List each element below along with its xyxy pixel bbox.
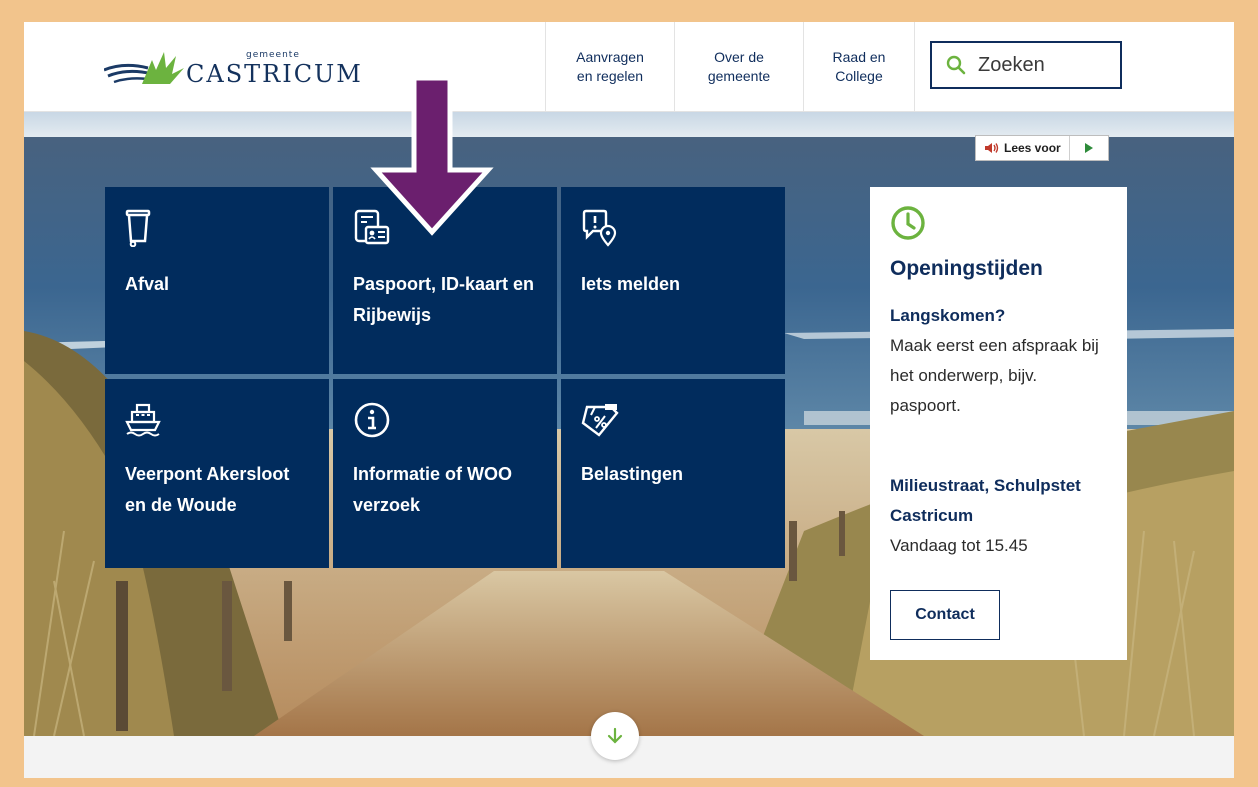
read-aloud-button[interactable]: Lees voor (976, 136, 1070, 160)
play-button[interactable] (1070, 136, 1108, 160)
info-icon (354, 402, 390, 438)
nav-over-de-gemeente[interactable]: Over de gemeente (674, 22, 803, 111)
opening-hours-title: Openingstijden (890, 257, 1043, 280)
location-hours: Vandaag tot 15.45 (890, 536, 1028, 555)
logo-mark-icon (104, 52, 184, 84)
play-icon (1084, 143, 1093, 153)
contact-button[interactable]: Contact (890, 590, 1000, 640)
search-icon (946, 55, 966, 75)
nav-raad-line2: College (835, 67, 883, 84)
trash-bin-icon (125, 209, 151, 247)
main-nav: Aanvragen en regelen Over de gemeente Raad… (545, 22, 915, 111)
tile-paspoort-label: Paspoort, ID-kaart en Rijbewijs (353, 274, 535, 325)
tile-iets-melden[interactable]: Iets melden (561, 187, 785, 374)
nav-aanvragen-line2: en regelen (576, 67, 644, 84)
scroll-down-button[interactable] (591, 712, 639, 760)
logo-title: CASTRICUM (186, 60, 363, 88)
nav-aanvragen[interactable]: Aanvragen en regelen (545, 22, 674, 111)
visit-heading: Langskomen? (890, 306, 1006, 325)
nav-over-line2: gemeente (707, 67, 771, 84)
nav-raad-en-college[interactable]: Raad en College (803, 22, 915, 111)
read-aloud-label: Lees voor (1004, 141, 1061, 155)
opening-hours-card: Openingstijden Langskomen? Maak eerst ee… (870, 187, 1127, 660)
tile-belastingen-label: Belastingen (581, 464, 684, 484)
visit-text: Maak eerst een afspraak bij het onderwer… (890, 336, 1099, 415)
search-box[interactable] (930, 41, 1122, 89)
clock-icon (891, 206, 925, 240)
location-heading[interactable]: Milieustraat, Schulpstet Castricum (890, 471, 1110, 531)
report-location-icon (582, 209, 617, 247)
tile-informatie-woo[interactable]: Informatie of WOO verzoek (333, 379, 557, 568)
speaker-icon (985, 143, 999, 153)
page-frame: gemeente CASTRICUM Aanvragen en regelen O… (24, 22, 1234, 778)
tile-afval[interactable]: Afval (105, 187, 329, 374)
tile-belastingen[interactable]: Belastingen (561, 379, 785, 568)
tile-veerpont-label: Veerpont Akersloot en de Woude (125, 464, 290, 515)
site-header: gemeente CASTRICUM Aanvragen en regelen O… (24, 22, 1234, 112)
tile-veerpont[interactable]: Veerpont Akersloot en de Woude (105, 379, 329, 568)
arrow-down-icon (607, 727, 623, 744)
nav-raad-line1: Raad en (832, 48, 886, 65)
search-input[interactable] (976, 52, 1110, 78)
read-aloud-widget: Lees voor (975, 135, 1109, 161)
ferry-icon (125, 403, 161, 437)
tile-iets-melden-label: Iets melden (581, 274, 681, 294)
castricum-logo[interactable]: gemeente CASTRICUM (104, 48, 361, 92)
annotation-arrow-icon (370, 76, 494, 236)
tax-ticket-icon (581, 404, 619, 437)
nav-over-line1: Over de (714, 48, 764, 65)
nav-aanvragen-line1: Aanvragen (576, 48, 644, 65)
tile-informatie-label: Informatie of WOO verzoek (353, 464, 512, 515)
logo-subtitle: gemeente (246, 50, 300, 60)
tile-afval-label: Afval (125, 274, 170, 294)
